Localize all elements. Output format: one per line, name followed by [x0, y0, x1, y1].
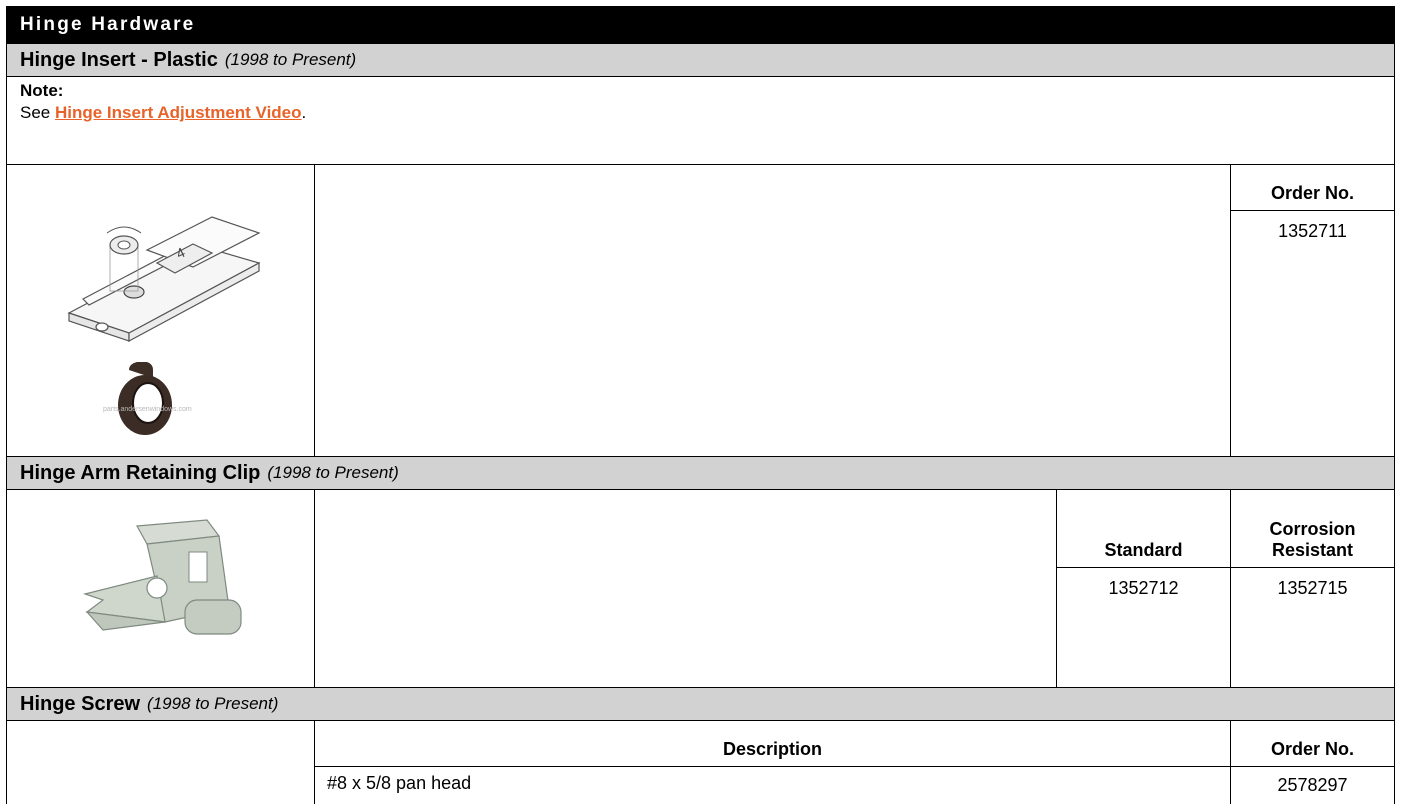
hinge-insert-video-link[interactable]: Hinge Insert Adjustment Video [55, 103, 302, 122]
description-value: #8 x 5/8 pan head [314, 767, 1230, 804]
section-title: Hinge Screw [20, 692, 141, 715]
section-date: (1998 to Present) [147, 694, 279, 713]
hinge-screw-image-cell [6, 721, 314, 804]
note-label: Note: [20, 81, 64, 100]
section-date: (1998 to Present) [224, 50, 357, 69]
note-text: See Hinge Insert Adjustment Video. [20, 103, 307, 122]
section-header-hinge-arm-clip: Hinge Arm Retaining Clip (1998 to Presen… [6, 457, 1395, 490]
corrosion-resistant-header: Corrosion Resistant [1230, 490, 1395, 568]
section-title: Hinge Insert - Plastic [20, 48, 218, 71]
standard-header: Standard [1056, 490, 1230, 568]
page: Hinge Hardware Hinge Insert - Plastic (1… [0, 0, 1403, 804]
section-header-hinge-screw: Hinge Screw (1998 to Present) [6, 688, 1395, 721]
hinge-insert-image: 4 parts.andersenwindows.com [67, 216, 261, 435]
screw-order-no: 2578297 [1230, 767, 1395, 804]
order-no-header: Order No. [1230, 721, 1395, 767]
hinge-clip-blank-cell [314, 490, 1056, 688]
standard-order-no: 1352712 [1056, 568, 1230, 688]
description-header: Description [314, 721, 1230, 767]
image-watermark: parts.andersenwindows.com [103, 406, 192, 413]
section-date: (1998 to Present) [267, 463, 399, 482]
hinge-clip-image [82, 519, 242, 635]
note-box: Note: See Hinge Insert Adjustment Video. [6, 77, 1395, 165]
page-title: Hinge Hardware [6, 6, 1395, 44]
corrosion-resistant-order-no: 1352715 [1230, 568, 1395, 688]
hinge-insert-image-cell: 4 parts.andersenwindows.com [6, 165, 314, 457]
section-title: Hinge Arm Retaining Clip [20, 461, 261, 484]
hinge-clip-image-cell [6, 490, 314, 688]
order-no-value: 1352711 [1230, 211, 1395, 457]
section-header-hinge-insert: Hinge Insert - Plastic (1998 to Present) [6, 44, 1395, 77]
order-no-header: Order No. [1230, 165, 1395, 211]
hinge-insert-blank-cell [314, 165, 1230, 457]
